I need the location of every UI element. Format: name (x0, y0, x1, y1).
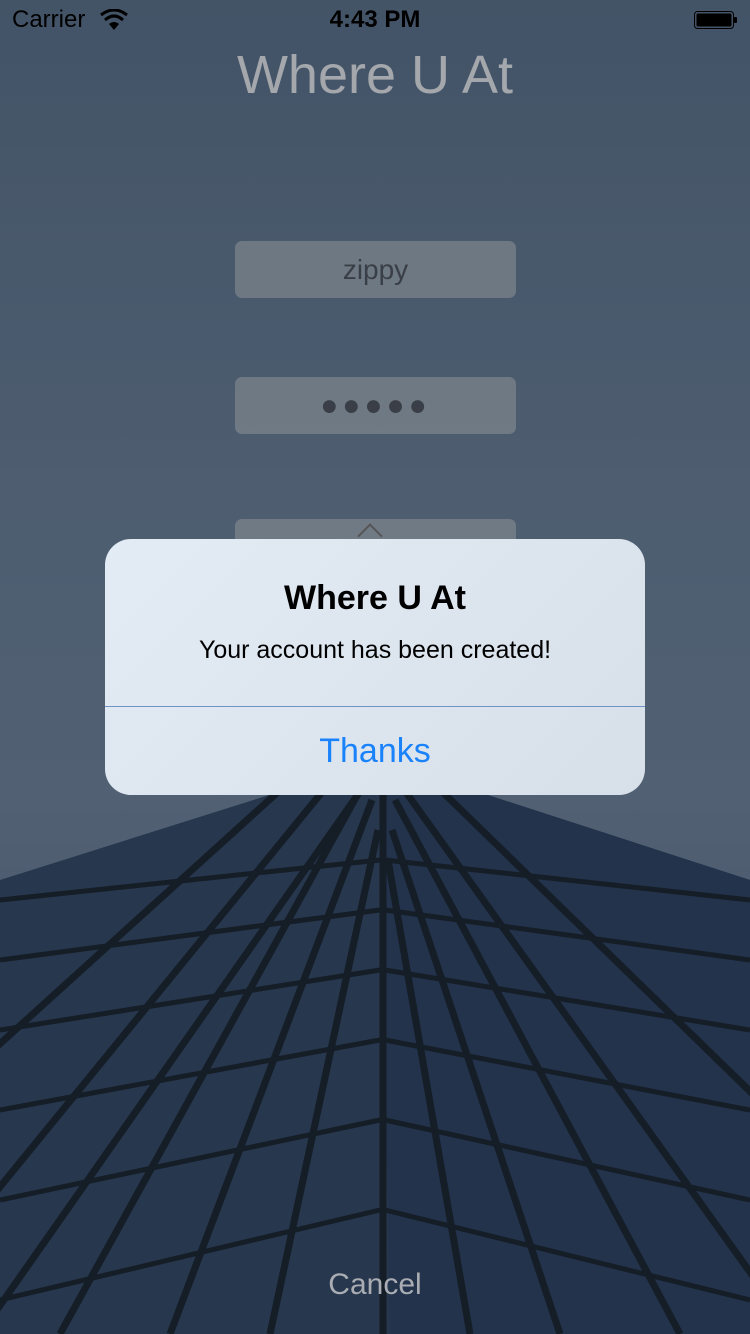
cancel-button[interactable]: Cancel (0, 1268, 750, 1302)
battery-icon (694, 11, 737, 29)
status-time: 4:43 PM (329, 6, 421, 33)
password-field[interactable]: ●●●●● (235, 377, 516, 434)
app-title: Where U At (236, 45, 514, 105)
username-field[interactable]: zippy (235, 241, 516, 298)
status-bar: Carrier 4:43 PM (0, 0, 750, 40)
alert-title: Where U At (284, 579, 466, 617)
alert-dialog: Where U At Your account has been created… (105, 539, 645, 795)
alert-message: Your account has been created! (198, 636, 552, 664)
thanks-button[interactable]: Thanks (105, 707, 645, 795)
